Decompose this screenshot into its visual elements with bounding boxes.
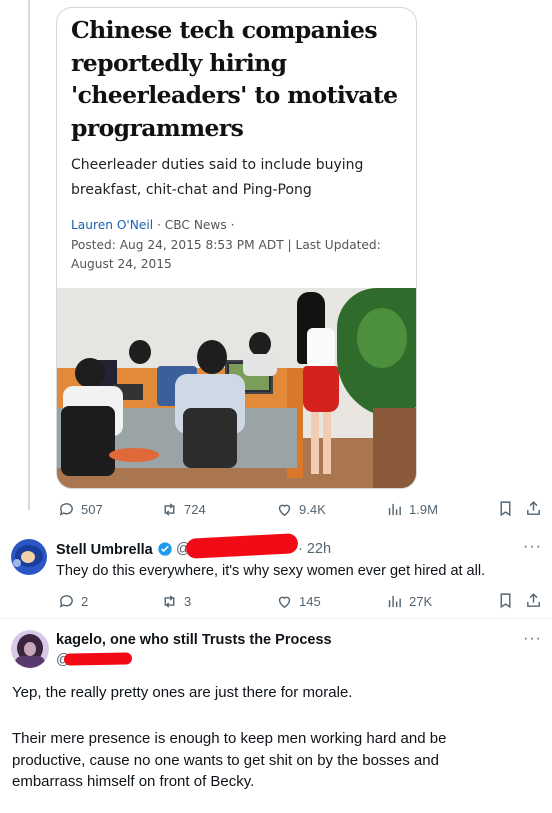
bookmark-icon: [500, 592, 510, 608]
reply2-author-name[interactable]: kagelo, one who still Trusts the Process: [56, 632, 332, 648]
reply1-bookmark-button[interactable]: [496, 591, 514, 609]
reply1-views-count: 27K: [409, 593, 433, 609]
reply1-reply-count: 2: [81, 593, 89, 609]
heart-icon: [278, 596, 291, 608]
article-author-link[interactable]: Lauren O'Neil: [71, 218, 153, 232]
article-headline: Chinese tech companies reportedly hiring…: [71, 16, 398, 142]
speech-bubble-icon: [59, 594, 73, 608]
post-action-bar: 507 724 9.4K 1.9M: [56, 499, 546, 519]
reply1-action-bar: 2 3 145 27K: [56, 591, 546, 611]
reply1-reply-button[interactable]: 2: [58, 591, 88, 611]
reply1-time[interactable]: · 22h: [298, 541, 331, 557]
divider: [0, 618, 552, 619]
reply1-author-name[interactable]: Stell Umbrella: [56, 541, 173, 558]
reply2-more-button[interactable]: ···: [523, 630, 542, 648]
article-photo: [57, 288, 416, 488]
thread-line: [28, 0, 30, 510]
views-button[interactable]: 1.9M: [386, 499, 438, 519]
repost-arrows-icon: [164, 502, 175, 516]
repost-arrows-icon: [164, 594, 175, 608]
speech-bubble-icon: [59, 502, 73, 516]
share-upload-icon: [526, 500, 540, 515]
reply-button[interactable]: 507: [58, 499, 103, 519]
reply1-repost-count: 3: [184, 593, 192, 609]
share-button[interactable]: [524, 499, 542, 517]
reply1-views-button[interactable]: 27K: [386, 591, 432, 611]
more-dots-icon: ···: [523, 630, 542, 647]
reply1-name-text: Stell Umbrella: [56, 542, 153, 558]
like-count: 9.4K: [299, 501, 326, 517]
reply1-more-button[interactable]: ···: [523, 538, 542, 556]
article-dek: Cheerleader duties said to include buyin…: [71, 157, 364, 198]
bar-chart-icon: [388, 503, 401, 515]
article-card[interactable]: Chinese tech companies reportedly hiring…: [56, 7, 417, 489]
more-dots-icon: ···: [523, 538, 542, 555]
bookmark-button[interactable]: [496, 499, 514, 517]
article-source: · CBC News ·: [153, 218, 235, 232]
reply1-like-button[interactable]: 145: [276, 591, 321, 611]
article-dates: Posted: Aug 24, 2015 8:53 PM ADT | Last …: [71, 237, 381, 272]
reply1-like-count: 145: [299, 593, 321, 609]
reply1-repost-button[interactable]: 3: [161, 591, 191, 611]
reply2-paragraph-1: Yep, the really pretty ones are just the…: [12, 684, 353, 701]
redaction-mark: [63, 652, 133, 666]
views-count: 1.9M: [409, 501, 438, 517]
heart-icon: [278, 504, 291, 516]
reply-count: 507: [81, 501, 103, 517]
avatar-stell-umbrella[interactable]: [11, 539, 47, 575]
verified-badge-icon: [158, 542, 172, 556]
reply1-text: They do this everywhere, it's why sexy w…: [56, 563, 486, 579]
bar-chart-icon: [388, 595, 401, 607]
article-byline: Lauren O'Neil · CBC News · Posted: Aug 2…: [71, 216, 401, 275]
bookmark-icon: [500, 500, 510, 516]
reply2-paragraph-2: Their mere presence is enough to keep me…: [12, 730, 447, 790]
repost-count: 724: [184, 501, 206, 517]
reply1-share-button[interactable]: [524, 591, 542, 609]
avatar-kagelo[interactable]: [11, 630, 49, 668]
share-upload-icon: [526, 592, 540, 607]
repost-button[interactable]: 724: [161, 499, 206, 519]
like-button[interactable]: 9.4K: [276, 499, 326, 519]
redaction-mark: [185, 533, 299, 559]
